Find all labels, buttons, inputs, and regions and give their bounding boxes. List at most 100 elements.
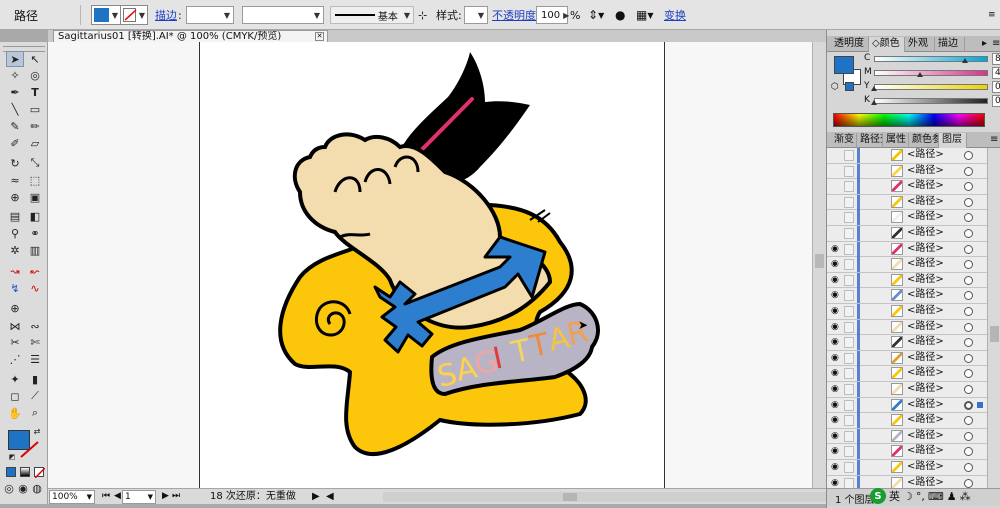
sagittarius-artwork[interactable]: SAGI TTAR ➤ [200,42,666,488]
layer-row[interactable]: ◉ <路径> [827,272,987,289]
blob-brush-tool-icon[interactable]: ✐ [6,135,24,151]
target-icon[interactable] [964,416,973,426]
knife-tool-icon[interactable]: ✄ [26,334,44,350]
smooth-tool-icon[interactable]: ↯ [6,280,24,296]
stroke-link[interactable]: 描边: [155,4,182,26]
tab-transparency[interactable]: 透明度 [831,37,869,52]
scroll-left-icon[interactable]: ◀ [326,490,334,503]
panel-menu-icon[interactable]: ≡ [987,133,999,148]
ime-toolbar[interactable]: S 英 ☽ °, ⌨ ♟ ⁂ [870,487,971,505]
zoom-select[interactable]: 100% ▼ [49,490,95,504]
document-tab[interactable]: Sagittarius01 [转换].AI* @ 100% (CMYK/预览) … [53,30,328,42]
opacity-link[interactable]: 不透明度: [492,4,540,26]
eye-icon[interactable]: ◉ [831,385,841,395]
eye-icon[interactable]: ◉ [831,416,841,426]
target-icon[interactable] [964,338,973,348]
lock-toggle[interactable] [844,462,854,473]
lock-toggle[interactable] [844,368,854,380]
tab-layers[interactable]: 图层 [939,133,967,148]
scissors-tool-icon[interactable]: ✂ [6,334,24,350]
eraser-tool-icon[interactable]: ▱ [26,135,44,151]
lock-toggle[interactable] [844,399,854,411]
eyedropper-tool-icon[interactable]: ⚲ [6,225,24,241]
tab-stroke[interactable]: 描边 [935,37,965,52]
layer-row[interactable]: ◉ <路径> [827,460,987,476]
rectangle-tool-icon[interactable]: ▭ [26,101,44,117]
layer-row[interactable]: ◉ <路径> [827,397,987,414]
previous-artboard-icon[interactable]: ◀ [112,490,122,504]
visibility-toggle[interactable] [831,198,841,208]
width-tool-icon[interactable]: ↝ [6,263,24,279]
slider-knob-icon[interactable] [916,72,923,77]
type-tool-icon[interactable]: T [26,84,44,100]
align-options-icon[interactable]: ⇕ ▼ [588,4,604,26]
layer-row[interactable]: <路径> [827,163,987,180]
layer-name[interactable]: <路径> [907,258,944,270]
lock-toggle[interactable] [844,165,854,177]
target-icon[interactable] [964,260,973,270]
lock-toggle[interactable] [844,212,854,224]
layer-name[interactable]: <路径> [907,305,944,317]
layer-name[interactable]: <路径> [907,149,944,161]
swap-colors-icon[interactable]: ⇄ [31,426,43,436]
path-eraser-tool-icon[interactable]: ∿ [26,280,44,296]
rotate-tool-icon[interactable]: ↻ [6,155,24,171]
layer-row[interactable]: <路径> [827,194,987,211]
target-icon[interactable] [964,229,973,238]
mesh-tool-icon[interactable]: ∾ [26,318,44,334]
canvas-area[interactable]: SAGITTAR ➤ [48,42,826,488]
target-icon[interactable] [964,447,973,457]
target-icon[interactable] [964,322,973,332]
layers-list[interactable]: <路径> <路径> <路径> <路径> <路径> <路径> ◉ <路径> ◉ <路径> ◉ <路径> ◉… [827,148,987,488]
panel-menu-icon[interactable]: ≡ [989,37,1000,52]
layer-name[interactable]: <路径> [907,289,944,301]
target-icon[interactable] [964,244,973,254]
ime-punct-icon[interactable]: °, [916,490,925,503]
column-graph-icon[interactable]: ☰ [26,351,44,367]
lasso-tool-icon[interactable]: ◎ [26,67,44,83]
transform-link[interactable]: 变换 [664,4,686,26]
layer-row[interactable]: ◉ <路径> [827,366,987,382]
layer-name[interactable]: <路径> [907,461,944,473]
eye-icon[interactable]: ◉ [831,463,841,473]
layer-row[interactable]: ◉ <路径> [827,241,987,258]
target-icon[interactable] [964,151,973,160]
eye-icon[interactable]: ◉ [831,400,841,411]
line-tool-icon[interactable]: ╲ [6,101,24,117]
eye-icon[interactable]: ◉ [831,369,841,379]
eye-icon[interactable]: ◉ [831,260,841,270]
artboard[interactable]: SAGITTAR ➤ [199,42,665,488]
visibility-toggle[interactable] [831,213,841,223]
paintbrush-tool-icon[interactable]: ✎ [6,118,24,134]
layer-name[interactable]: <路径> [907,352,944,364]
lock-toggle[interactable] [844,228,854,239]
tab-pathfinder[interactable]: 路径查 [857,133,883,148]
layer-row[interactable]: <路径> [827,179,987,195]
out-of-gamut-swatch[interactable] [845,82,854,91]
channel-slider[interactable] [874,84,988,90]
layer-name[interactable]: <路径> [907,180,944,192]
channel-slider[interactable] [874,98,988,104]
lock-toggle[interactable] [844,321,854,333]
lock-toggle[interactable] [844,415,854,427]
eye-icon[interactable]: ◉ [831,431,841,442]
target-icon[interactable] [964,463,973,472]
transform-options-icon[interactable]: ▦ ▼ [636,4,654,26]
none-mode-icon[interactable] [33,466,45,478]
globe-icon[interactable]: ● [615,4,625,26]
draw-inside-icon[interactable]: ◍ [31,482,43,495]
layer-name[interactable]: <路径> [907,165,944,177]
layer-row[interactable]: ◉ <路径> [827,257,987,273]
layer-row[interactable]: ◉ <路径> [827,288,987,304]
target-icon[interactable] [964,400,973,410]
shape-builder-tool-icon[interactable]: ⊕ [6,189,24,205]
eye-icon[interactable]: ◉ [831,478,841,488]
layer-row[interactable]: ◉ <路径> [827,304,987,320]
brush-definition-select[interactable]: 基本 ▼ [330,4,414,26]
scale-tool-icon[interactable]: ⤡ [26,155,44,171]
channel-value-field[interactable]: 80 [992,53,1000,65]
layer-row[interactable]: ◉ <路径> [827,428,987,445]
tab-appearance[interactable]: 外观 [905,37,935,52]
perspective-grid-tool-icon[interactable]: ▤ [6,208,24,224]
free-transform-tool-icon[interactable]: ⬚ [26,172,44,188]
